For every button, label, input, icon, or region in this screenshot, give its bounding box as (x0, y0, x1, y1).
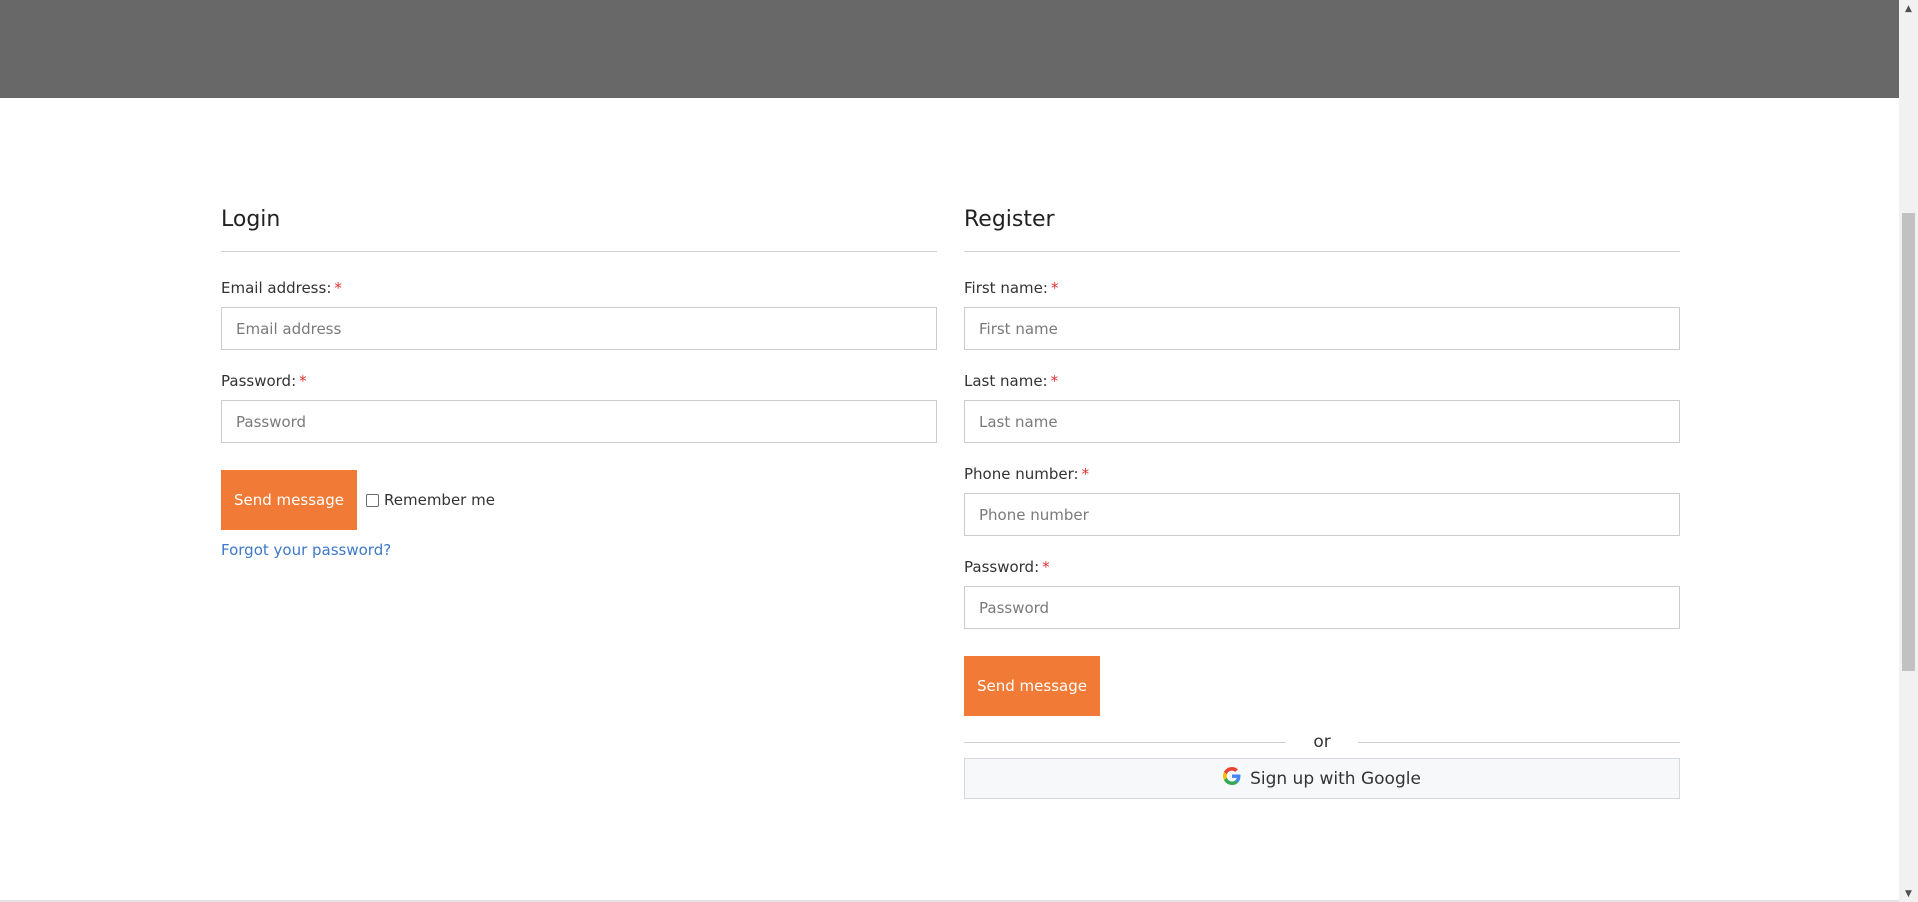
google-signup-button[interactable]: Sign up with Google (964, 758, 1680, 799)
required-asterisk: * (1042, 558, 1050, 576)
separator-line (1357, 741, 1681, 743)
required-asterisk: * (1050, 279, 1059, 297)
register-phone-group: Phone number: * (964, 464, 1680, 536)
register-password-label: Password: * (964, 558, 1050, 576)
phone-number-input[interactable] (964, 493, 1680, 536)
register-last-name-group: Last name: * (964, 371, 1680, 443)
register-title: Register (964, 190, 1680, 252)
login-email-input[interactable] (221, 307, 937, 350)
required-asterisk: * (1081, 465, 1090, 483)
register-password-group: Password: * (964, 557, 1680, 629)
last-name-label: Last name: * (964, 372, 1059, 390)
login-submit-button[interactable]: Send message (221, 470, 357, 530)
or-label: or (1313, 732, 1331, 752)
register-actions: Send message (964, 656, 1680, 716)
required-asterisk: * (334, 279, 342, 297)
login-email-group: Email address: * (221, 278, 937, 350)
login-password-label: Password: * (221, 372, 307, 390)
or-separator: or (964, 731, 1681, 753)
last-name-input[interactable] (964, 400, 1680, 443)
register-section: Register First name:* Last name:* Phone … (964, 190, 1681, 799)
remember-me-toggle[interactable]: Remember me (366, 491, 495, 509)
google-signup-label: Sign up with Google (1250, 768, 1421, 789)
register-password-input[interactable] (964, 586, 1680, 629)
login-password-group: Password: * (221, 371, 937, 443)
first-name-label: First name: * (964, 279, 1059, 297)
login-section: Login Email address:* Password:* Send me… (221, 190, 937, 559)
forgot-password-link[interactable]: Forgot your password? (221, 541, 937, 559)
scroll-down-arrow-icon[interactable]: ▼ (1899, 885, 1918, 902)
required-asterisk: * (1050, 372, 1059, 390)
login-email-label: Email address: * (221, 279, 342, 297)
login-title: Login (221, 190, 937, 252)
login-password-input[interactable] (221, 400, 937, 443)
login-actions: Send message Remember me (221, 470, 937, 530)
google-g-icon (1223, 767, 1250, 790)
phone-number-label: Phone number: * (964, 465, 1090, 483)
scrollbar-thumb[interactable] (1902, 213, 1915, 671)
register-submit-button[interactable]: Send message (964, 656, 1100, 716)
scroll-up-arrow-icon[interactable]: ▲ (1899, 0, 1918, 17)
header-bar (0, 0, 1899, 98)
remember-me-checkbox[interactable] (366, 493, 379, 507)
remember-me-label: Remember me (384, 491, 495, 509)
vertical-scrollbar[interactable]: ▲ ▼ (1899, 0, 1918, 902)
register-first-name-group: First name: * (964, 278, 1680, 350)
required-asterisk: * (299, 372, 307, 390)
separator-line (964, 741, 1287, 743)
first-name-input[interactable] (964, 307, 1680, 350)
